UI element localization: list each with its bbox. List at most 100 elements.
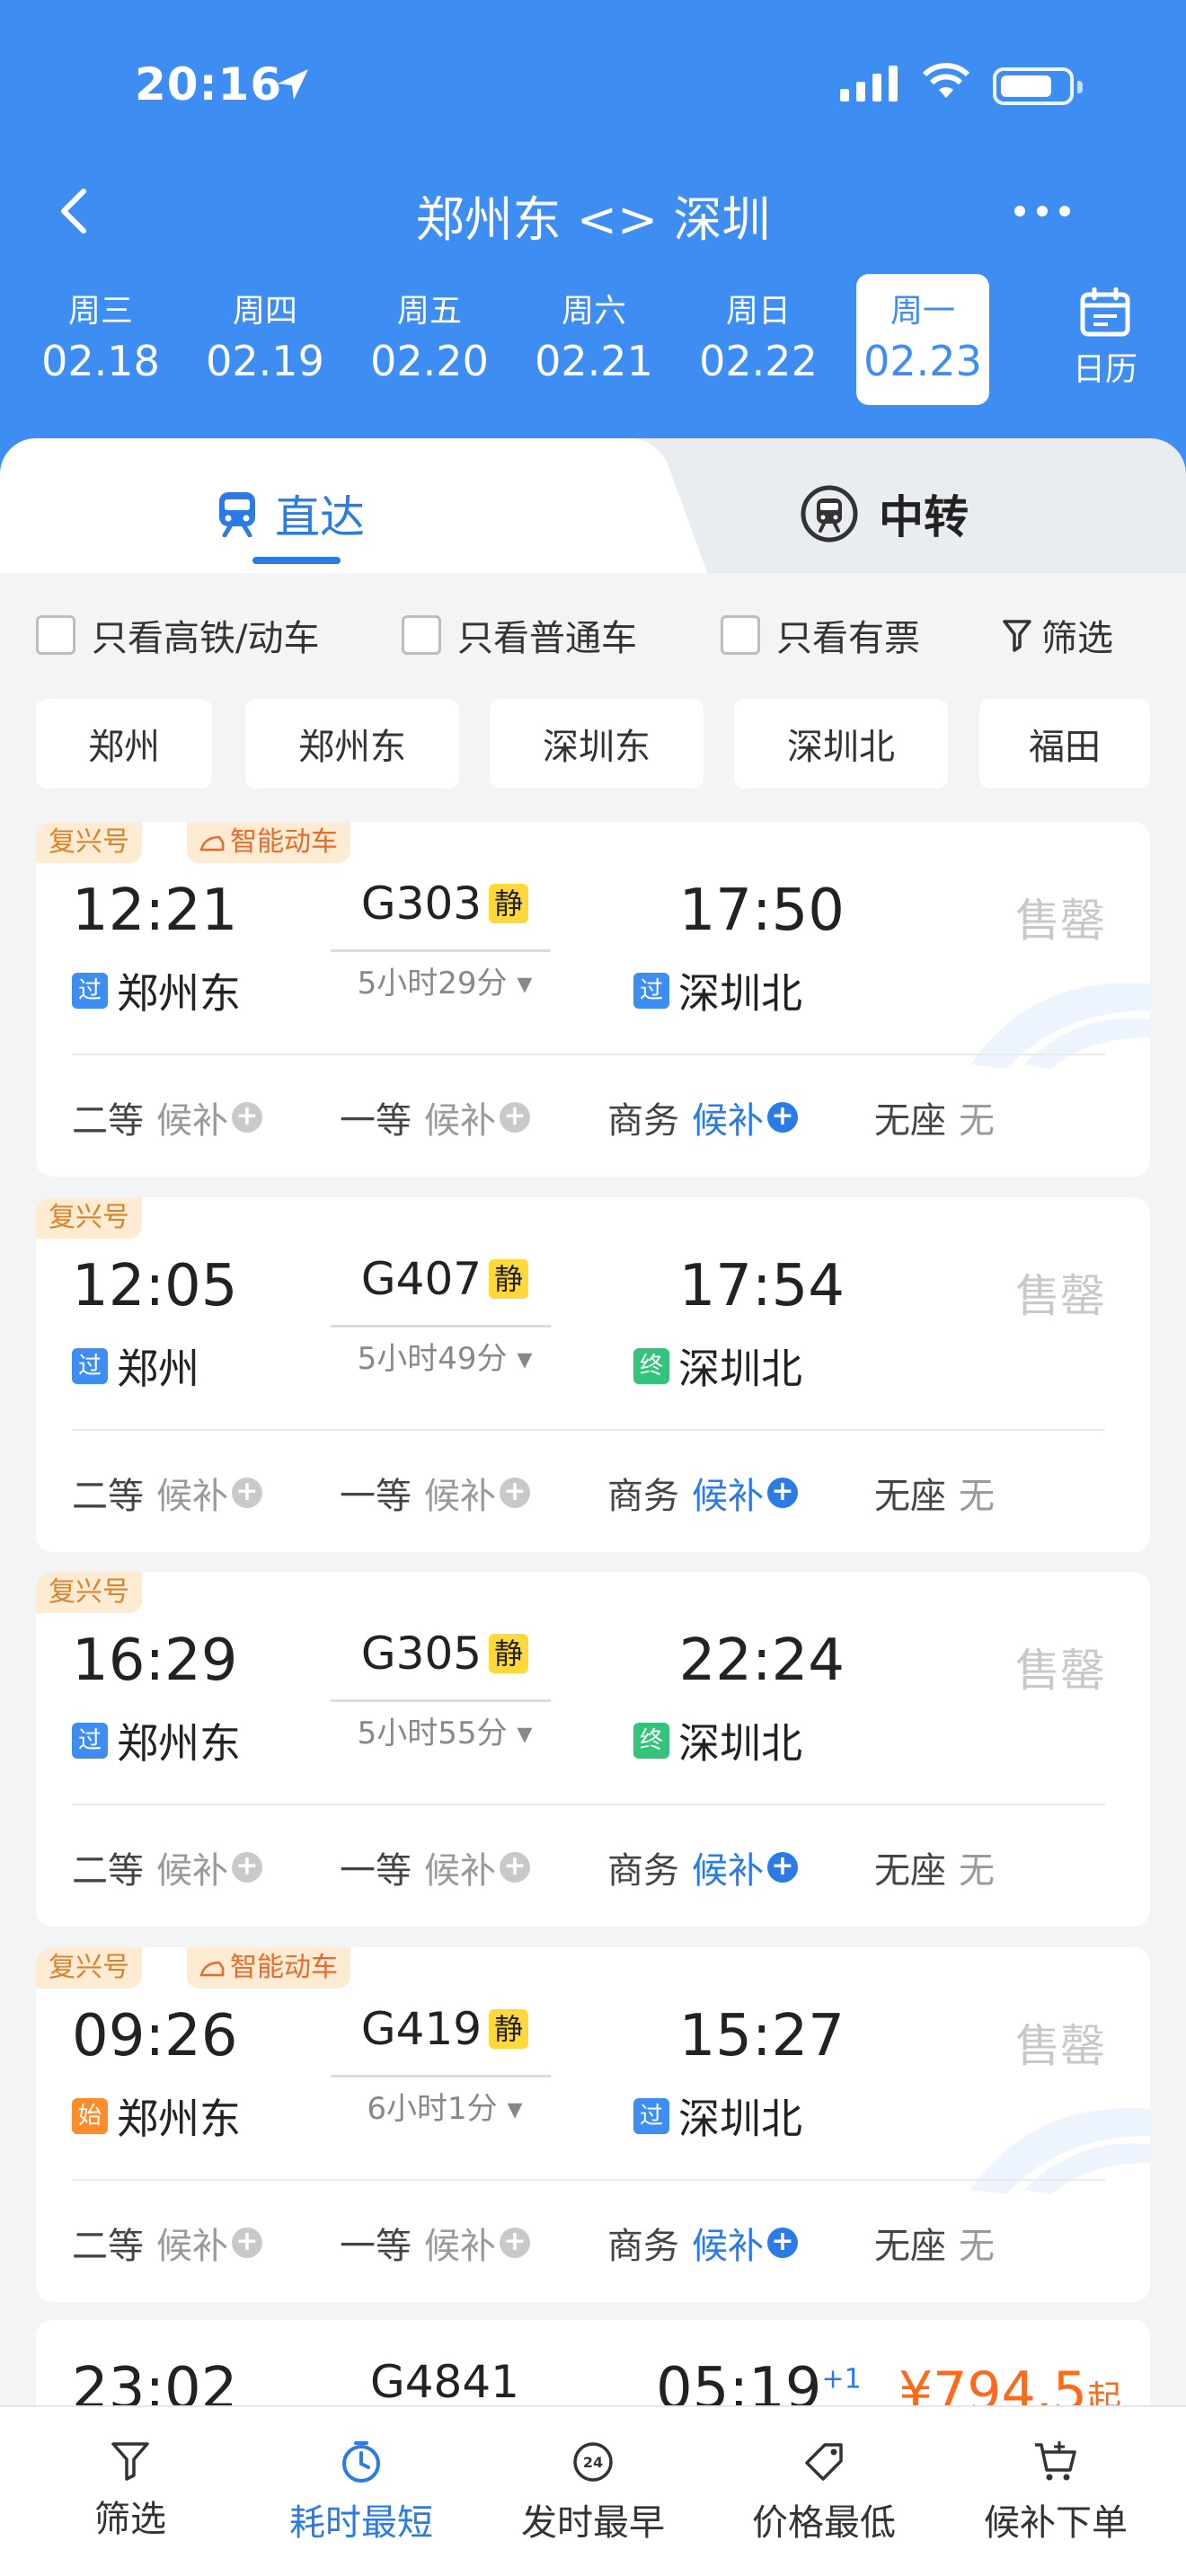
seat-avail-label: 候补 [424, 1100, 496, 1142]
seat-first-class[interactable]: 一等 候补 + [340, 1841, 530, 1893]
seat-class-label: 商务 [607, 2226, 679, 2267]
back-icon[interactable] [49, 184, 103, 238]
station-chip[interactable]: 深圳北 [734, 699, 948, 789]
sold-out-label: 售罄 [1015, 1645, 1105, 1697]
seat-row: 二等 候补 + 一等 候补 + 商务 候补 + 无座无 [72, 1091, 1114, 1145]
tab-direct[interactable]: 直达 [216, 481, 365, 546]
seat-no-seat[interactable]: 无座无 [874, 1467, 995, 1519]
weekday-label: 周六 [561, 293, 626, 330]
divider [72, 1429, 1105, 1431]
date-label: 02.21 [535, 337, 653, 385]
train-number-label: G4841 [370, 2356, 519, 2405]
seat-avail-label: 候补 [692, 2226, 764, 2267]
sort-price-button[interactable]: 价格最低 [707, 2407, 941, 2544]
date-tab[interactable]: 周六 02.21 [527, 274, 660, 405]
train-card[interactable]: 复兴号 12:05 G407 静 17:54 售罄 5小时49分 ▾ 过郑州 终深… [36, 1197, 1150, 1552]
nav-label: 耗时最短 [289, 2502, 433, 2544]
sort-shortest-button[interactable]: 耗时最短 [244, 2407, 478, 2544]
station-label: 深圳北 [678, 1345, 802, 1393]
duration-label: 5小时29分 [357, 966, 508, 1001]
sort-filter-button[interactable]: 筛选 [13, 2407, 247, 2542]
date-tab-selected[interactable]: 周一 02.23 [856, 274, 989, 405]
chevron-down-icon: ▾ [517, 1716, 533, 1751]
filter-normal-checkbox[interactable]: 只看普通车 [402, 609, 637, 661]
plus-icon: + [767, 1852, 798, 1883]
calendar-button[interactable]: 日历 [1024, 287, 1186, 404]
plus-icon: + [232, 1852, 262, 1883]
pass-badge: 过 [72, 1348, 108, 1384]
seat-first-class[interactable]: 一等 候补 + [340, 1467, 530, 1519]
date-tab[interactable]: 周四 02.19 [199, 274, 332, 405]
location-arrow-icon [278, 69, 308, 100]
seat-second-class[interactable]: 二等 候补 + [72, 1467, 262, 1519]
seat-second-class[interactable]: 二等 候补 + [72, 2217, 262, 2269]
station-chip[interactable]: 深圳东 [490, 699, 704, 789]
plus-icon: + [500, 1478, 530, 1508]
train-watermark [970, 2108, 1150, 2194]
seat-second-class[interactable]: 二等 候补 + [72, 1091, 262, 1143]
seat-class-label: 一等 [340, 2226, 412, 2267]
train-card[interactable]: 复兴号 16:29 G305 静 22:24 售罄 5小时55分 ▾ 过郑州东 终… [36, 1572, 1150, 1927]
waitlist-order-button[interactable]: 候补下单 [939, 2407, 1173, 2544]
duration-toggle[interactable]: 5小时29分 ▾ [332, 958, 557, 1002]
train-card[interactable]: 复兴号 智能动车 12:21 G303 静 17:50 售罄 5小时29分 ▾ 过… [36, 822, 1150, 1177]
departure-time: 23:02 [72, 2356, 238, 2405]
plus-icon: + [767, 2228, 798, 2258]
date-tab[interactable]: 周五 02.20 [363, 274, 496, 405]
seat-no-seat[interactable]: 无座无 [874, 2217, 995, 2269]
plus-icon: + [767, 1102, 798, 1133]
chevron-down-icon: ▾ [507, 2091, 523, 2127]
seat-second-class[interactable]: 二等 候补 + [72, 1841, 262, 1893]
filter-hsr-checkbox[interactable]: 只看高铁/动车 [36, 609, 319, 661]
filter-normal-label: 只看普通车 [457, 618, 637, 659]
train-card[interactable]: 复兴号 智能动车 09:26 G419 静 15:27 售罄 6小时1分 ▾ 始郑… [36, 1947, 1150, 2302]
seat-business[interactable]: 商务 候补 + [607, 2217, 798, 2269]
seat-class-label: 二等 [72, 1100, 144, 1142]
route-type-tabs: 直达 中转 [0, 438, 1186, 573]
date-tab[interactable]: 周日 02.22 [692, 274, 825, 405]
duration-line [331, 1325, 551, 1328]
seat-no-seat[interactable]: 无座无 [874, 1091, 995, 1143]
more-icon[interactable] [1011, 198, 1074, 225]
divider [72, 2179, 1105, 2181]
seat-first-class[interactable]: 一等 候补 + [340, 1091, 530, 1143]
station-chip[interactable]: 郑州 [36, 699, 212, 789]
filter-available-checkbox[interactable]: 只看有票 [721, 609, 920, 661]
arrival-time: 05:19+1 [656, 2356, 862, 2405]
departure-station: 过郑州东 [72, 1711, 241, 1770]
sort-earliest-button[interactable]: 24 发时最早 [476, 2407, 710, 2544]
smart-emu-tag: 智能动车 [187, 822, 350, 863]
filter-button[interactable]: 筛选 [1002, 609, 1113, 661]
seat-business[interactable]: 商务 候补 + [607, 1841, 798, 1893]
chevron-down-icon: ▾ [517, 966, 533, 1001]
train-card[interactable]: 23:02 G4841 05:19+1 ¥794.5起 [36, 2320, 1150, 2405]
date-tab[interactable]: 周三 02.18 [34, 274, 167, 405]
seat-avail-label: 候补 [424, 1476, 496, 1517]
seat-business[interactable]: 商务 候补 + [607, 1467, 798, 1519]
seat-avail-label: 候补 [156, 1850, 228, 1892]
station-chip[interactable]: 郑州东 [245, 699, 459, 789]
seat-business[interactable]: 商务 候补 + [607, 1091, 798, 1143]
signal-icon [840, 66, 898, 101]
duration-toggle[interactable]: 5小时55分 ▾ [332, 1708, 557, 1752]
seat-no-seat[interactable]: 无座无 [874, 1841, 995, 1893]
fuxing-tag: 复兴号 [36, 1197, 142, 1239]
departure-time: 12:05 [72, 1253, 238, 1319]
chevron-down-icon: ▾ [517, 1341, 533, 1377]
seat-avail-label: 无 [959, 1850, 995, 1892]
plus-icon: + [500, 2228, 530, 2258]
date-label: 02.20 [370, 337, 489, 385]
duration-toggle[interactable]: 6小时1分 ▾ [332, 2084, 557, 2128]
seat-class-label: 二等 [72, 1850, 144, 1892]
filter-row: 只看高铁/动车 只看普通车 只看有票 筛选 [36, 609, 1168, 663]
date-label: 02.18 [41, 337, 160, 385]
station-chip[interactable]: 福田 [979, 699, 1150, 789]
seat-class-label: 二等 [72, 2226, 144, 2267]
train-icon [219, 492, 255, 537]
station-label: 深圳北 [678, 1719, 802, 1768]
seat-first-class[interactable]: 一等 候补 + [340, 2217, 530, 2269]
duration-toggle[interactable]: 5小时49分 ▾ [332, 1334, 557, 1378]
pass-badge: 过 [633, 2098, 669, 2134]
tab-transfer[interactable]: 中转 [800, 481, 969, 546]
smart-emu-tag: 智能动车 [187, 1947, 350, 1989]
